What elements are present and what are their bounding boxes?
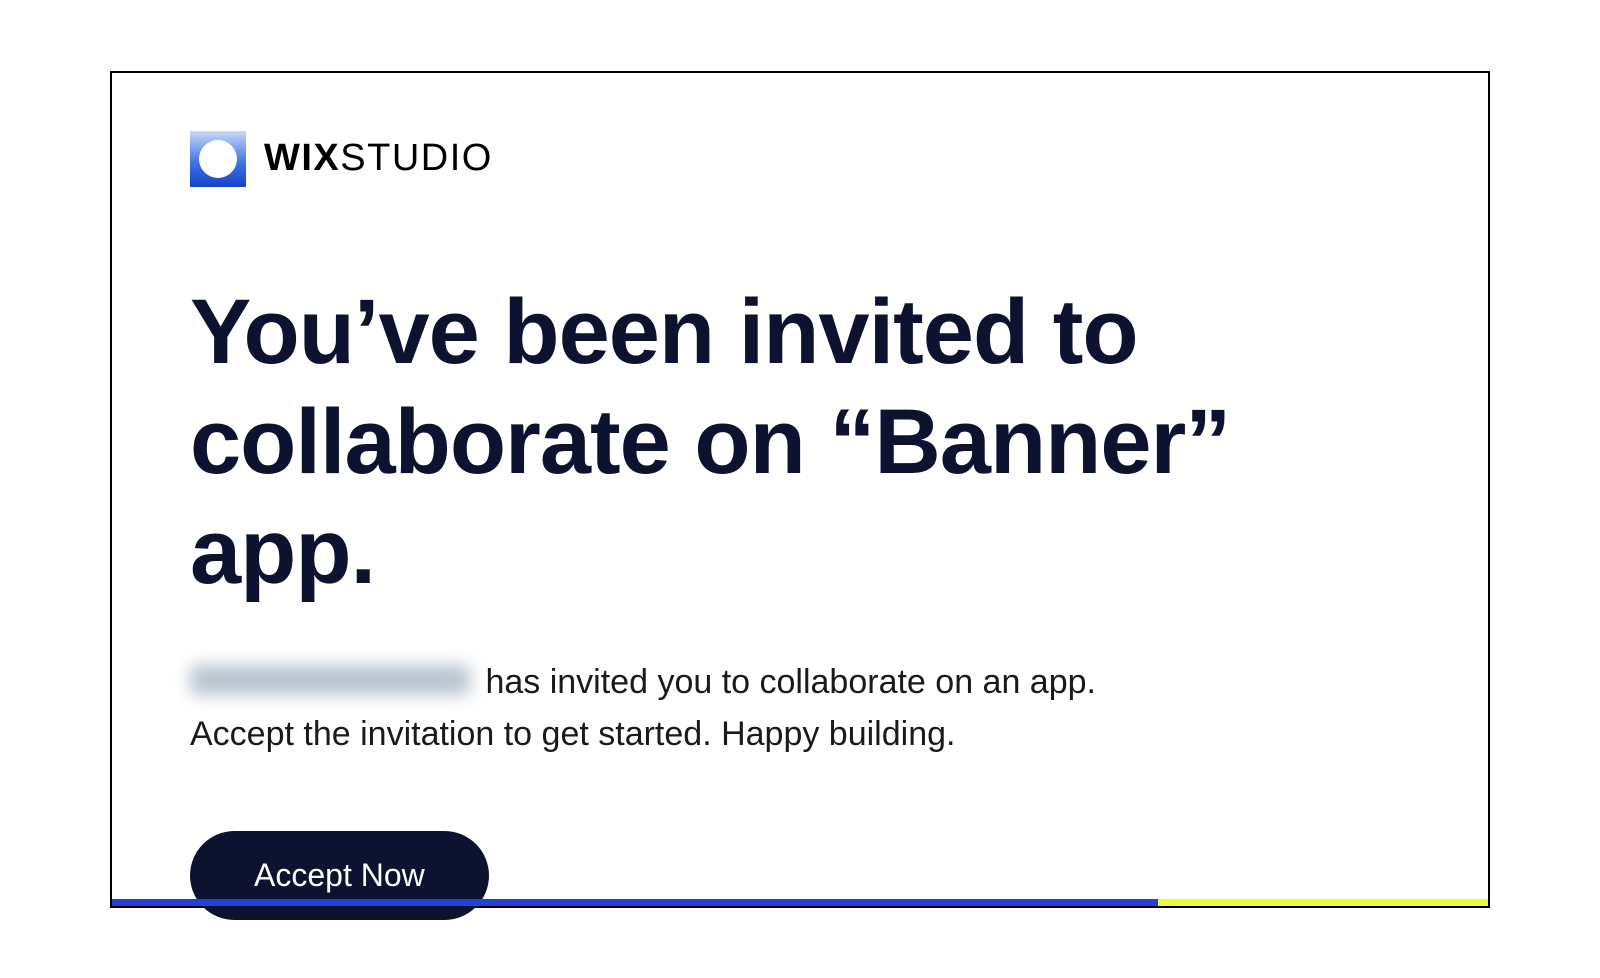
brand-text-light: STUDIO [340,137,493,179]
accent-bar-yellow [1158,899,1488,906]
accent-bar-blue [112,899,1158,906]
body-line1-suffix: has invited you to collaborate on an app… [476,663,1096,701]
accent-bar [112,899,1488,906]
invitation-body: has invited you to collaborate on an app… [190,656,1410,761]
invitation-headline: You’ve been invited to collaborate on “B… [190,277,1410,608]
brand-text: WIXSTUDIO [264,137,493,180]
brand-logo: WIXSTUDIO [190,131,1410,187]
inviter-email-redacted [190,665,470,695]
invitation-card: WIXSTUDIO You’ve been invited to collabo… [110,71,1490,908]
brand-text-bold: WIX [264,137,340,179]
wix-studio-icon [190,131,246,187]
accept-now-button[interactable]: Accept Now [190,831,489,920]
body-line2: Accept the invitation to get started. Ha… [190,715,955,753]
